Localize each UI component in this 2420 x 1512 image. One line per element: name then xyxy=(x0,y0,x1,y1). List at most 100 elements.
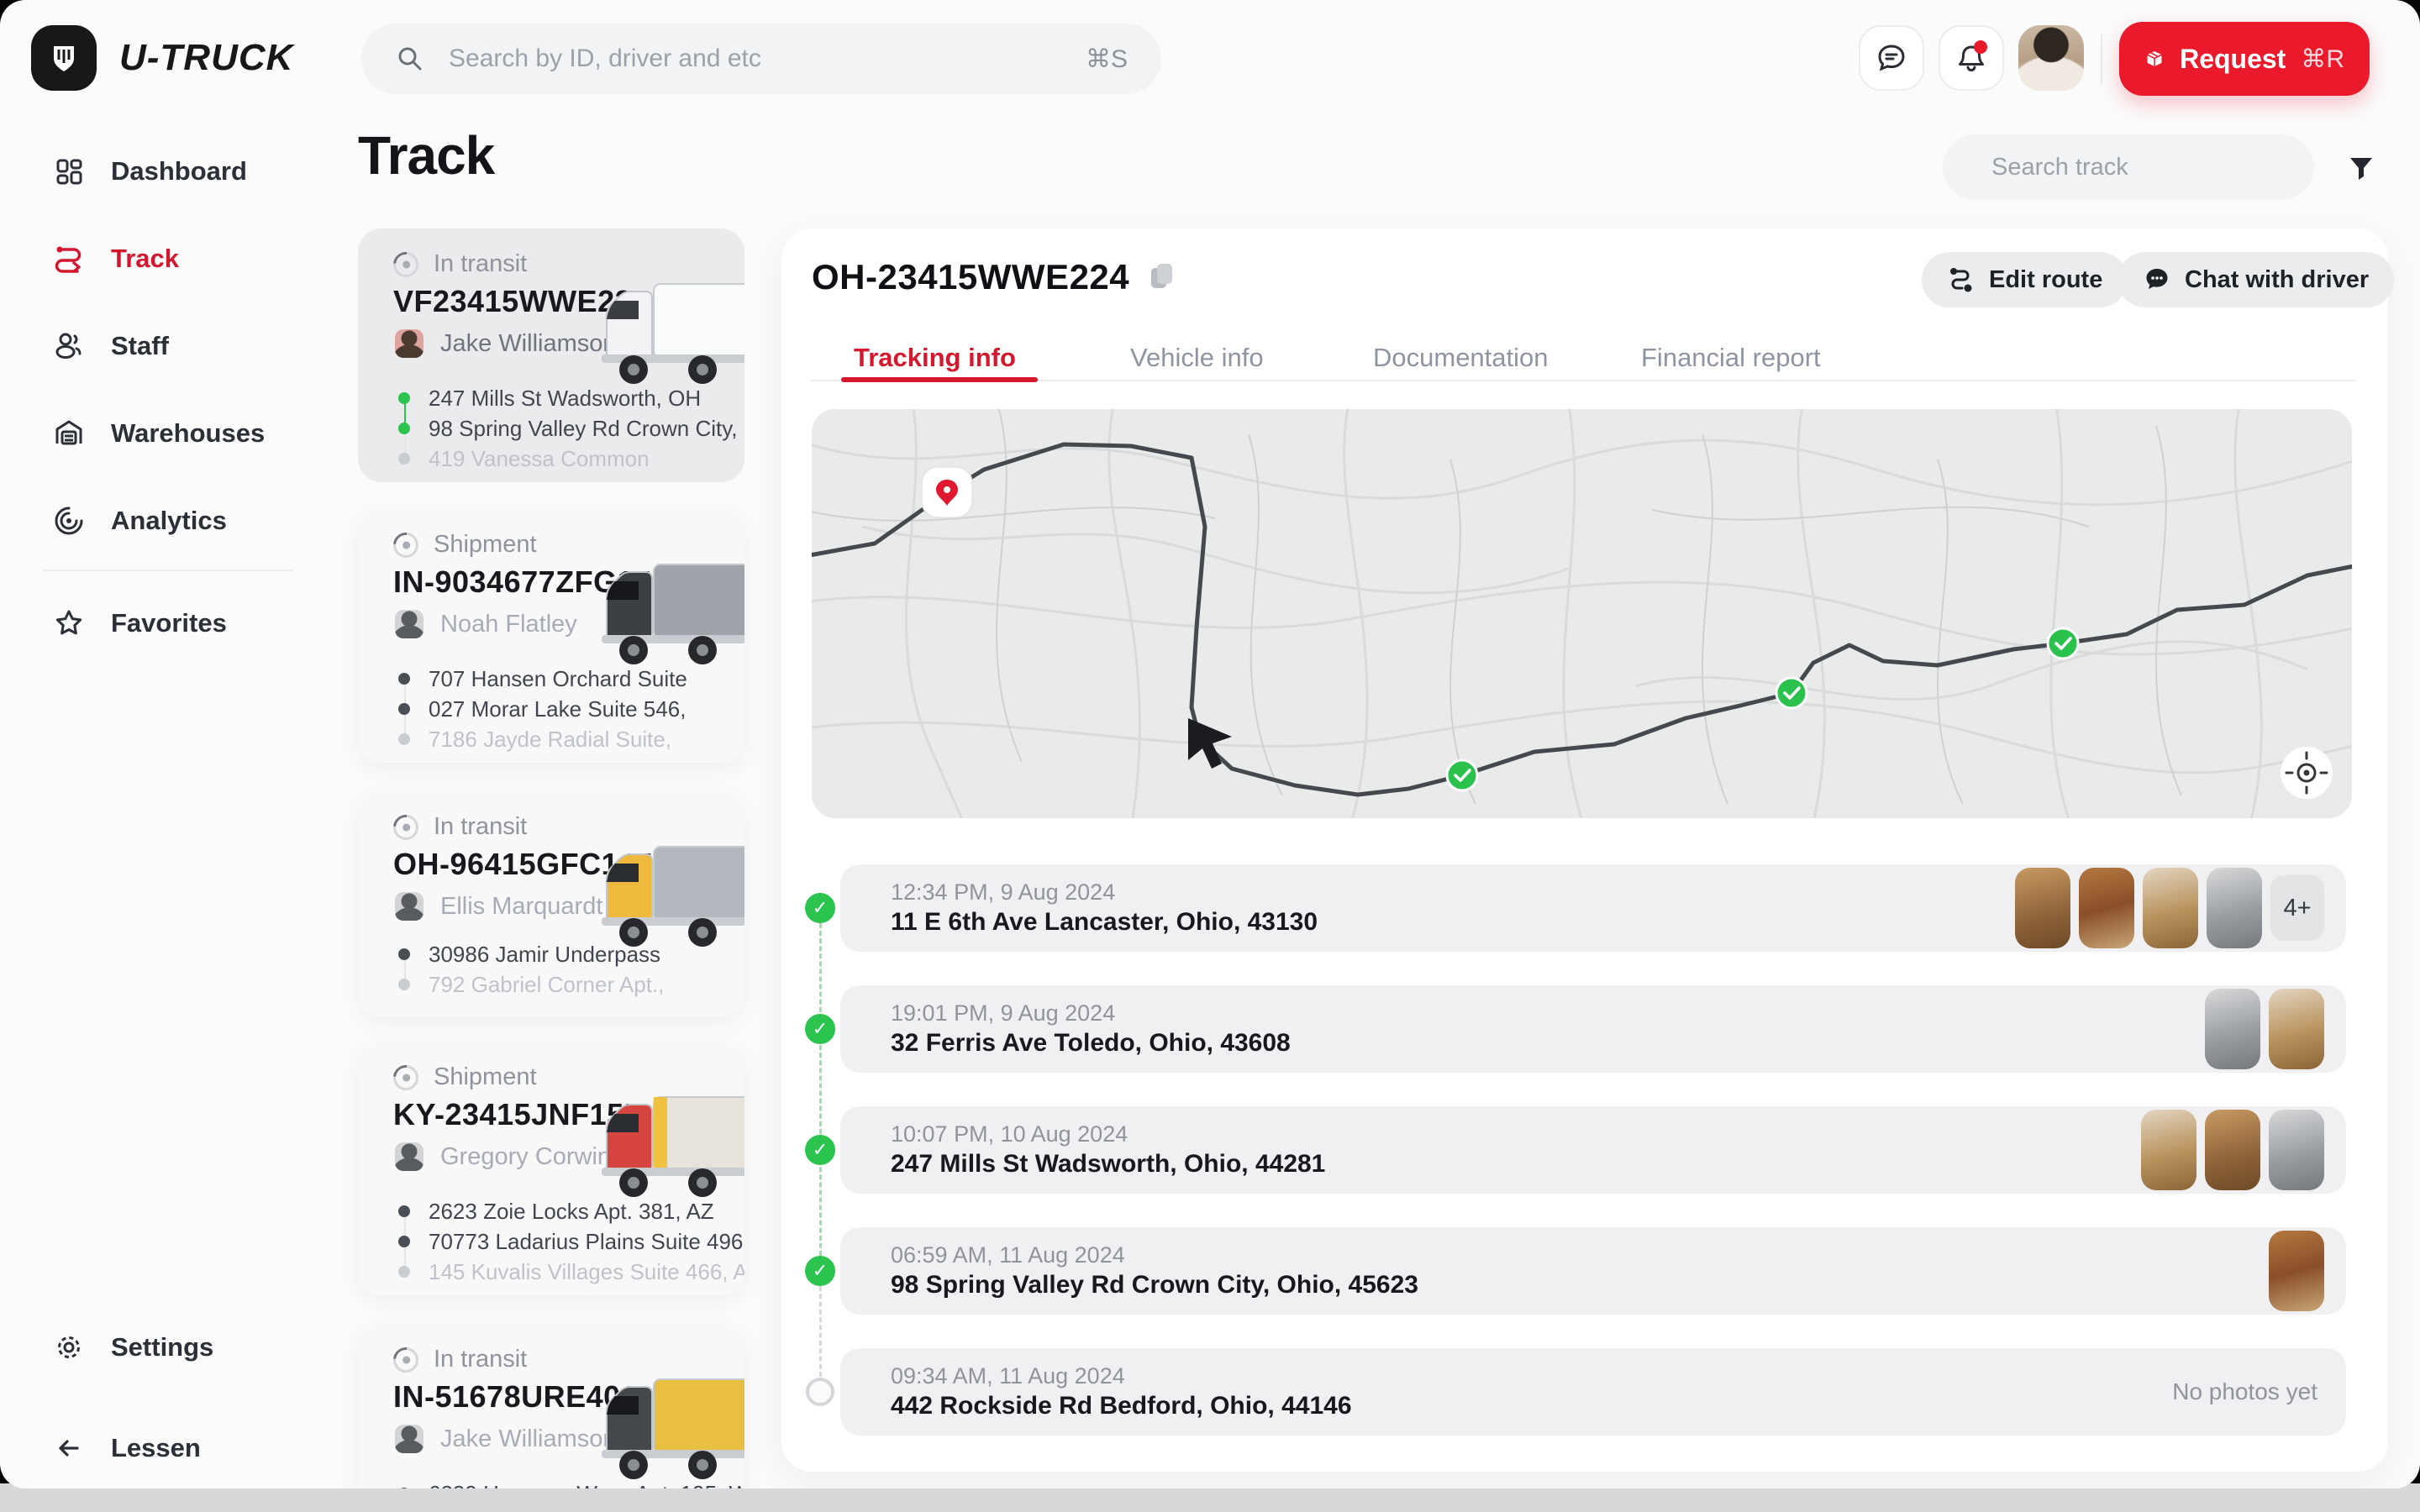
timeline-row: 12:34 PM, 9 Aug 2024 11 E 6th Ave Lancas… xyxy=(840,864,2346,952)
truck-image xyxy=(576,1368,744,1488)
photo-thumbnail[interactable] xyxy=(2143,868,2198,948)
checkpoint-marker[interactable] xyxy=(1776,678,1807,708)
chat-with-driver-label: Chat with driver xyxy=(2185,266,2369,294)
app-logo[interactable] xyxy=(31,25,97,91)
sidebar-label-settings: Settings xyxy=(111,1332,213,1362)
sidebar-divider xyxy=(42,570,294,571)
status-icon xyxy=(388,246,424,281)
photo-thumbnail[interactable] xyxy=(2079,868,2134,948)
chat-with-driver-button[interactable]: Chat with driver xyxy=(2118,252,2394,307)
checkpoint-marker[interactable] xyxy=(2048,628,2078,659)
edit-route-button[interactable]: Edit route xyxy=(1922,252,2128,307)
timeline-address: 247 Mills St Wadsworth, Ohio, 44281 xyxy=(891,1150,1325,1179)
sidebar-item-staff[interactable]: Staff xyxy=(0,316,336,376)
driver-avatar xyxy=(395,610,424,638)
timeline-time: 10:07 PM, 10 Aug 2024 xyxy=(891,1121,1128,1147)
status-icon xyxy=(388,527,424,562)
sidebar-collapse[interactable]: Lessen xyxy=(0,1418,336,1478)
tab-tracking-info[interactable]: Tracking info xyxy=(854,343,1016,373)
timeline-time: 19:01 PM, 9 Aug 2024 xyxy=(891,1000,1115,1026)
timeline-row: 10:07 PM, 10 Aug 2024 247 Mills St Wadsw… xyxy=(840,1106,2346,1194)
more-photos-badge[interactable]: 4+ xyxy=(2270,875,2324,941)
photo-thumbnail[interactable] xyxy=(2015,868,2070,948)
package-icon xyxy=(2144,42,2165,76)
search-shortcut: ⌘S xyxy=(1086,45,1128,74)
chat-bubble-icon xyxy=(1875,41,1908,75)
photo-thumbnail[interactable] xyxy=(2269,1110,2324,1190)
stop-address: 6239 Hagenes Ways Apt. 195, WI xyxy=(429,1481,744,1489)
filter-button[interactable] xyxy=(2343,150,2380,186)
sidebar-item-dashboard[interactable]: Dashboard xyxy=(0,141,336,202)
track-search[interactable] xyxy=(1943,134,2314,200)
no-photos-label: No photos yet xyxy=(2172,1378,2317,1405)
shipment-card[interactable]: In transit VF23415WWE224 Jake Williamson… xyxy=(358,228,744,482)
card-status: In transit xyxy=(434,250,527,278)
sidebar-label-favorites: Favorites xyxy=(111,608,227,638)
user-avatar[interactable] xyxy=(2018,25,2084,91)
active-tab-underline xyxy=(841,377,1038,382)
chat-filled-icon xyxy=(2143,265,2171,294)
truck-image xyxy=(576,553,744,679)
shipment-card[interactable]: In transit IN-51678URE401 Jake Williamso… xyxy=(358,1324,744,1488)
tab-documentation[interactable]: Documentation xyxy=(1373,343,1549,373)
driver-avatar xyxy=(395,1425,424,1453)
shipment-card[interactable]: Shipment KY-23415JNF155 Gregory Corwin 2… xyxy=(358,1042,744,1295)
status-icon xyxy=(388,1341,424,1377)
photo-thumbnail[interactable] xyxy=(2205,1110,2260,1190)
stop-address: 707 Hansen Orchard Suite xyxy=(429,666,687,692)
copy-icon[interactable] xyxy=(1150,263,1175,291)
photo-thumbnail[interactable] xyxy=(2269,989,2324,1069)
driver-avatar xyxy=(395,1142,424,1171)
status-icon xyxy=(388,809,424,844)
sidebar-label-staff: Staff xyxy=(111,331,169,361)
card-status: In transit xyxy=(434,813,527,841)
sidebar-label-warehouses: Warehouses xyxy=(111,418,265,449)
edit-route-label: Edit route xyxy=(1989,266,2102,294)
warehouse-icon xyxy=(52,417,86,450)
messages-button[interactable] xyxy=(1859,25,1924,91)
sidebar-item-analytics[interactable]: Analytics xyxy=(0,491,336,551)
track-search-input[interactable] xyxy=(1990,153,2310,182)
timeline-check: ✓ xyxy=(805,1014,835,1044)
locate-button[interactable] xyxy=(2281,747,2333,799)
route-icon xyxy=(52,242,86,276)
shipment-card[interactable]: Shipment IN-9034677ZFG154 Noah Flatley 7… xyxy=(358,509,744,763)
sidebar-item-warehouses[interactable]: Warehouses xyxy=(0,403,336,464)
request-shortcut: ⌘R xyxy=(2301,45,2344,74)
card-status: In transit xyxy=(434,1346,527,1373)
shipment-card[interactable]: In transit OH-96415GFC145 Ellis Marquard… xyxy=(358,791,744,1016)
global-search-input[interactable] xyxy=(447,44,1064,74)
timeline-connector-pending xyxy=(819,1286,822,1377)
tab-financial-report[interactable]: Financial report xyxy=(1641,343,1821,373)
app-window: U-TRUCK ⌘S xyxy=(0,0,2420,1488)
photo-thumbnail[interactable] xyxy=(2141,1110,2196,1190)
sidebar-label-track: Track xyxy=(111,244,179,274)
photo-thumbnail[interactable] xyxy=(2207,868,2262,948)
tab-vehicle-info[interactable]: Vehicle info xyxy=(1130,343,1264,373)
request-button[interactable]: Request ⌘R xyxy=(2119,22,2370,96)
shipment-id-title: OH-23415WWE224 xyxy=(812,257,1129,297)
origin-pin[interactable] xyxy=(922,467,972,517)
stop-address: 30986 Jamir Underpass xyxy=(429,942,660,968)
route-map[interactable] xyxy=(812,409,2352,818)
checkpoint-marker[interactable] xyxy=(1447,760,1477,790)
status-icon xyxy=(388,1059,424,1095)
stop-address: 792 Gabriel Corner Apt., xyxy=(429,972,664,998)
stop-address: 145 Kuvalis Villages Suite 466, AZ xyxy=(429,1259,744,1285)
analytics-icon xyxy=(52,504,86,538)
notifications-button[interactable] xyxy=(1939,25,2004,91)
sidebar-label-dashboard: Dashboard xyxy=(111,156,247,186)
topbar: U-TRUCK ⌘S xyxy=(0,0,2420,118)
timeline-time: 06:59 AM, 11 Aug 2024 xyxy=(891,1242,1125,1268)
photo-thumbnail[interactable] xyxy=(2269,1231,2324,1311)
sidebar-item-settings[interactable]: Settings xyxy=(0,1317,336,1378)
arrow-left-icon xyxy=(52,1431,86,1465)
stop-address: 7186 Jayde Radial Suite, xyxy=(429,727,671,753)
photo-thumbnail[interactable] xyxy=(2205,989,2260,1069)
sidebar-item-favorites[interactable]: Favorites xyxy=(0,593,336,654)
sidebar-item-track[interactable]: Track xyxy=(0,228,336,289)
global-search[interactable]: ⌘S xyxy=(361,24,1161,94)
stop-address: 027 Morar Lake Suite 546, xyxy=(429,696,686,722)
brand-name: U-TRUCK xyxy=(119,25,293,91)
driver-name: Noah Flatley xyxy=(440,611,577,638)
